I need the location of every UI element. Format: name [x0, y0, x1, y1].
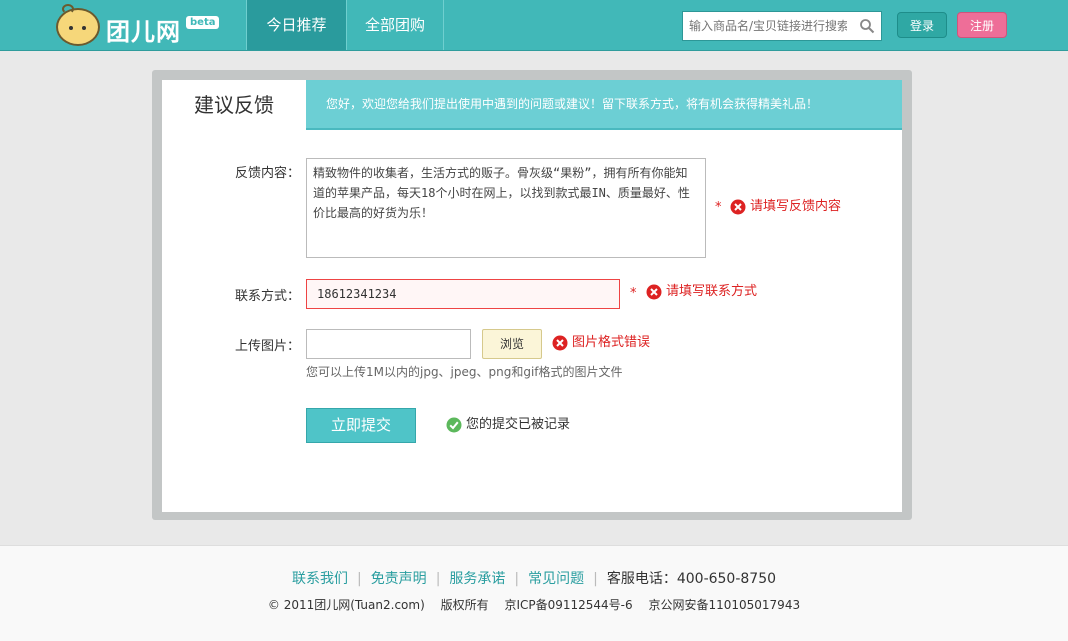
footer: 联系我们 | 免责声明 | 服务承诺 | 常见问题 | 客服电话：400-650-8750 © …	[0, 545, 1068, 641]
error-icon	[730, 199, 746, 215]
feedback-error-text: 请填写反馈内容	[750, 199, 842, 214]
nav-divider	[443, 0, 444, 50]
feedback-panel-frame: 建议反馈 您好，欢迎您给我们提出使用中遇到的问题或建议！留下联系方式，将有机会获…	[152, 70, 912, 520]
copyright-line: © 2011团儿网(Tuan2.com) 版权所有 京ICP备09112544号…	[0, 596, 1068, 613]
required-mark: *	[715, 200, 722, 215]
service-phone: 客服电话：400-650-8750	[606, 571, 777, 587]
link-separator: |	[593, 571, 598, 587]
footer-link-service[interactable]: 服务承诺	[449, 571, 505, 587]
browse-button[interactable]: 浏览	[482, 329, 542, 359]
image-error-text: 图片格式错误	[572, 335, 651, 350]
contact-input[interactable]	[306, 279, 620, 309]
beta-badge: beta	[186, 16, 220, 29]
police-number: 京公网安备110105017943	[648, 598, 801, 612]
icp-number: 京ICP备09112544号-6	[504, 598, 633, 612]
copyright-text: © 2011团儿网(Tuan2.com)	[267, 598, 425, 612]
footer-link-disclaimer[interactable]: 免责声明	[371, 571, 427, 587]
upload-hint: 您可以上传1M以内的jpg、jpeg、png和gif格式的图片文件	[306, 365, 623, 379]
login-button[interactable]: 登录	[897, 12, 947, 38]
feedback-textarea[interactable]: 精致物件的收集者，生活方式的贩子。骨灰级“果粉”，拥有所有你能知道的苹果产品，每…	[306, 158, 706, 258]
image-error: 图片格式错误	[552, 334, 650, 352]
hair-curl-icon	[62, 4, 74, 14]
nav-tab-all-deals[interactable]: 全部团购	[347, 0, 443, 50]
top-header: 团儿网 beta 今日推荐 全部团购 登录 注册	[0, 0, 1068, 51]
link-separator: |	[514, 571, 520, 587]
feedback-label: 反馈内容：	[234, 166, 300, 181]
error-icon	[646, 284, 662, 300]
search-box	[682, 11, 882, 41]
footer-link-faq[interactable]: 常见问题	[528, 571, 584, 587]
nav-tab-today[interactable]: 今日推荐	[247, 0, 346, 50]
error-icon	[552, 335, 568, 351]
register-button[interactable]: 注册	[957, 12, 1007, 38]
baby-face-logo-icon	[56, 8, 100, 46]
contact-label: 联系方式：	[234, 289, 300, 304]
link-separator: |	[356, 571, 362, 587]
contact-error: 请填写联系方式	[646, 283, 757, 301]
search-input[interactable]	[683, 12, 853, 40]
contact-error-text: 请填写联系方式	[666, 284, 758, 299]
submit-button[interactable]: 立即提交	[306, 408, 416, 443]
required-mark: *	[630, 286, 637, 301]
panel-notice: 您好，欢迎您给我们提出使用中遇到的问题或建议！留下联系方式，将有机会获得精美礼品…	[326, 97, 819, 111]
file-path-input[interactable]	[306, 329, 471, 359]
footer-links: 联系我们 | 免责声明 | 服务承诺 | 常见问题 | 客服电话：400-650-8750	[0, 568, 1068, 588]
rights-text: 版权所有	[440, 598, 489, 612]
success-message: 您的提交已被记录	[446, 416, 570, 434]
logo-text: 团儿网	[106, 18, 181, 46]
link-separator: |	[435, 571, 441, 587]
check-icon	[446, 417, 462, 433]
panel-tab-bar: 建议反馈 您好，欢迎您给我们提出使用中遇到的问题或建议！留下联系方式，将有机会获…	[162, 80, 902, 130]
footer-link-contact[interactable]: 联系我们	[292, 571, 348, 587]
search-icon[interactable]	[859, 18, 875, 34]
success-text: 您的提交已被记录	[466, 417, 571, 432]
panel-title: 建议反馈	[162, 80, 306, 130]
feedback-error: 请填写反馈内容	[730, 198, 841, 216]
feedback-panel: 建议反馈 您好，欢迎您给我们提出使用中遇到的问题或建议！留下联系方式，将有机会获…	[162, 80, 902, 512]
image-label: 上传图片：	[234, 339, 300, 354]
